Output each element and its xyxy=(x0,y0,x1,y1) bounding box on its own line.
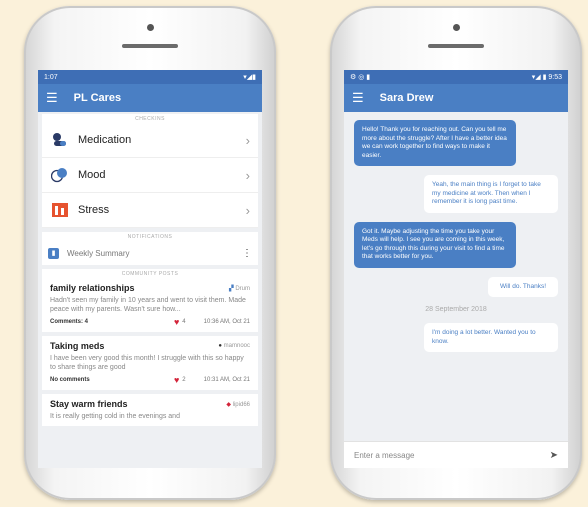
post-author: ◆ lipid66 xyxy=(226,401,250,408)
post-time: 10:31 AM, Oct 21 xyxy=(203,377,250,383)
status-icons: ▾◢ ▮ 9:53 xyxy=(531,74,562,81)
post-title: Stay warm friends xyxy=(50,399,128,409)
checkin-label: Stress xyxy=(78,204,110,216)
menu-icon[interactable]: ☰ xyxy=(46,90,58,106)
heart-icon[interactable]: ♥ xyxy=(174,317,179,327)
front-camera xyxy=(453,24,460,31)
stress-bars-icon xyxy=(50,200,70,220)
left-phone: 1:07 ▾◢▮ ☰ PL Cares CHECKINS Medication … xyxy=(24,6,276,500)
app-bar: ☰ PL Cares xyxy=(38,84,262,112)
status-time: 1:07 xyxy=(44,73,58,81)
earpiece-speaker xyxy=(428,44,484,48)
menu-icon[interactable]: ☰ xyxy=(352,90,364,106)
message-input[interactable]: Enter a message xyxy=(354,451,550,460)
right-phone: ⚙ ◎ ▮ ▾◢ ▮ 9:53 ☰ Sara Drew Hello! Thank… xyxy=(330,6,582,500)
notifications-card: NOTIFICATIONS ▮ Weekly Summary ⋮ xyxy=(42,232,258,265)
chevron-right-icon: › xyxy=(245,167,250,183)
post-author: ● mamnooc xyxy=(218,343,250,349)
earpiece-speaker xyxy=(122,44,178,48)
message-composer: Enter a message ➤ xyxy=(344,441,568,468)
notifications-label: NOTIFICATIONS xyxy=(127,234,173,240)
message-incoming: Hello! Thank you for reaching out. Can y… xyxy=(354,120,516,166)
pl-cares-screen: 1:07 ▾◢▮ ☰ PL Cares CHECKINS Medication … xyxy=(38,70,262,468)
post-comments: No comments xyxy=(50,377,90,383)
post-time: 10:36 AM, Oct 21 xyxy=(203,319,250,325)
chevron-right-icon: › xyxy=(245,202,250,218)
post-item[interactable]: family relationships ▞ Drum Hadn't seen … xyxy=(42,278,258,336)
post-comments: Comments: 4 xyxy=(50,319,89,325)
checkin-mood[interactable]: Mood › xyxy=(42,158,258,193)
post-body: I have been very good this month! I stru… xyxy=(50,355,244,371)
chart-icon: ▮ xyxy=(48,247,59,259)
post-likes: 4 xyxy=(182,319,186,325)
status-bar: ⚙ ◎ ▮ ▾◢ ▮ 9:53 xyxy=(344,70,568,84)
date-separator: 28 September 2018 xyxy=(425,306,487,313)
checkins-label: CHECKINS xyxy=(135,116,165,122)
post-item[interactable]: Stay warm friends ◆ lipid66 It is really… xyxy=(42,394,258,430)
checkin-label: Medication xyxy=(78,134,132,146)
community-posts: COMMUNITY POSTS family relationships ▞ D… xyxy=(42,269,258,430)
post-author: ▞ Drum xyxy=(229,285,250,292)
message-outgoing: Yeah, the main thing is I forget to take… xyxy=(424,175,558,213)
status-bar: 1:07 ▾◢▮ xyxy=(38,70,262,84)
checkin-label: Mood xyxy=(78,169,106,181)
notification-label: Weekly Summary xyxy=(67,248,130,258)
more-vert-icon[interactable]: ⋮ xyxy=(242,248,252,259)
checkin-stress[interactable]: Stress › xyxy=(42,193,258,228)
message-list: Hello! Thank you for reaching out. Can y… xyxy=(344,112,568,428)
post-body: It is really getting cold in the evening… xyxy=(50,413,180,420)
message-outgoing: Will do. Thanks! xyxy=(488,276,558,297)
checkin-medication[interactable]: Medication › xyxy=(42,123,258,158)
front-camera xyxy=(147,24,154,31)
weekly-summary-item[interactable]: ▮ Weekly Summary ⋮ xyxy=(42,241,258,265)
chat-screen: ⚙ ◎ ▮ ▾◢ ▮ 9:53 ☰ Sara Drew Hello! Thank… xyxy=(344,70,568,468)
app-bar: ☰ Sara Drew xyxy=(344,84,568,112)
mood-faces-icon xyxy=(50,165,70,185)
community-label: COMMUNITY POSTS xyxy=(121,271,179,277)
message-outgoing: I'm doing a lot better. Wanted you to kn… xyxy=(424,323,558,352)
status-left-icons: ⚙ ◎ ▮ xyxy=(350,74,371,81)
post-title: family relationships xyxy=(50,283,135,293)
pills-icon xyxy=(50,130,70,150)
checkins-card: CHECKINS Medication › Mood › Stress › xyxy=(42,114,258,228)
status-icons: ▾◢▮ xyxy=(243,74,256,81)
chat-contact-name: Sara Drew xyxy=(379,92,434,104)
message-incoming: Got it. Maybe adjusting the time you tak… xyxy=(354,221,516,268)
post-item[interactable]: Taking meds ● mamnooc I have been very g… xyxy=(42,336,258,394)
post-title: Taking meds xyxy=(50,341,105,351)
author-avatar-icon: ● xyxy=(218,343,222,349)
author-avatar-icon: ◆ xyxy=(226,401,231,408)
post-body: Hadn't seen my family in 10 years and we… xyxy=(50,297,246,313)
app-title: PL Cares xyxy=(73,92,122,104)
heart-icon[interactable]: ♥ xyxy=(174,375,179,385)
post-likes: 2 xyxy=(182,377,186,383)
send-icon[interactable]: ➤ xyxy=(550,450,558,461)
author-avatar-icon: ▞ xyxy=(229,285,234,292)
chevron-right-icon: › xyxy=(245,132,250,148)
